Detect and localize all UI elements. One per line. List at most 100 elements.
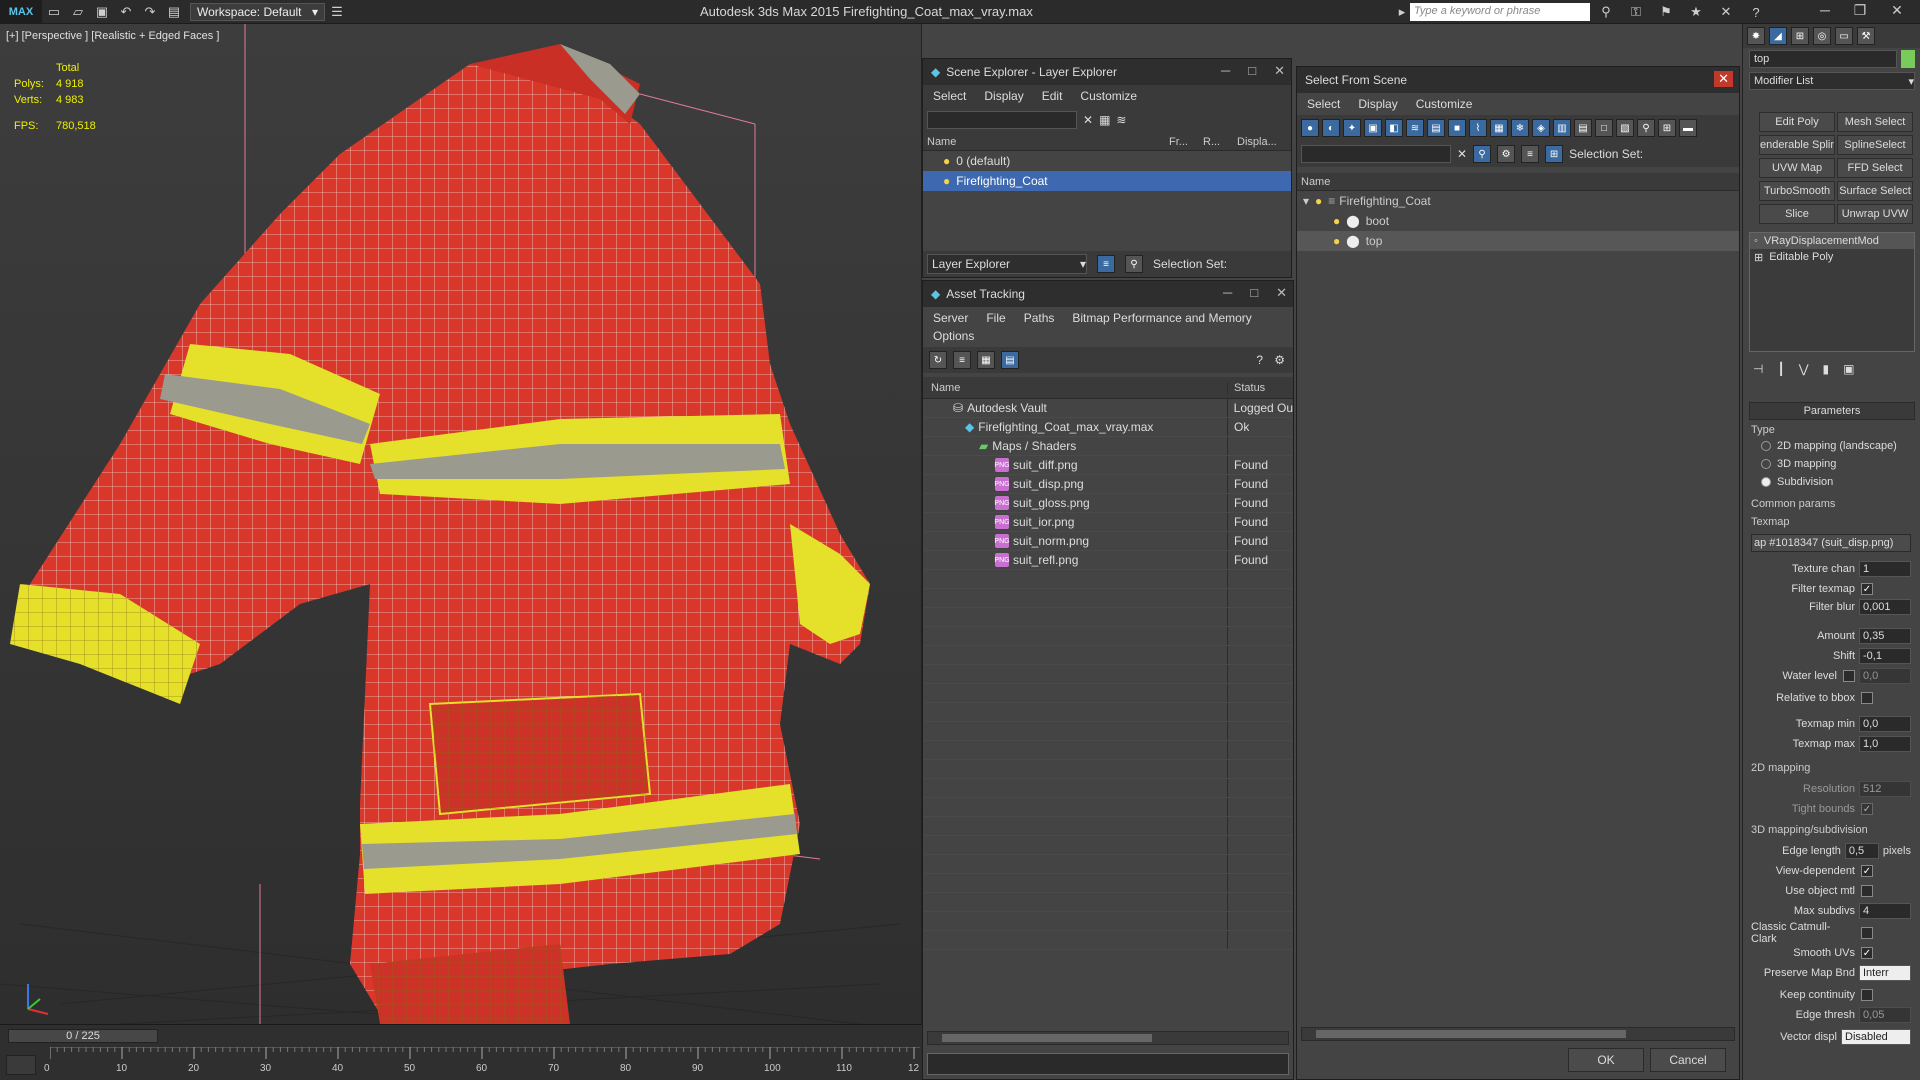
filter-icon[interactable]: ⚲ — [1473, 145, 1492, 163]
turbosmooth-button[interactable]: TurboSmooth — [1759, 181, 1835, 201]
pin-stack-icon[interactable]: ⊣ — [1753, 362, 1763, 376]
use-object-mtl-checkbox[interactable] — [1861, 885, 1873, 897]
cancel-button[interactable]: Cancel — [1650, 1048, 1726, 1072]
col-status[interactable]: Status — [1228, 382, 1265, 394]
new-file-icon[interactable]: ▭ — [44, 2, 64, 22]
key-icon[interactable]: ⚿ — [1626, 2, 1646, 22]
hierarchy-icon[interactable]: ⊞ — [1658, 119, 1676, 137]
menu-paths[interactable]: Paths — [1024, 311, 1055, 325]
water-level-checkbox[interactable] — [1843, 670, 1855, 682]
uvw-map-button[interactable]: UVW Map — [1759, 158, 1835, 178]
classic-catmull-checkbox[interactable] — [1861, 927, 1873, 939]
menu-display[interactable]: Display — [984, 89, 1023, 103]
find-input[interactable] — [1301, 145, 1451, 163]
coat-model[interactable] — [0, 24, 922, 1032]
close-icon[interactable]: ✕ — [1276, 285, 1287, 301]
vector-displ-dropdown[interactable]: Disabled — [1841, 1029, 1911, 1045]
menu-bitmap-performance[interactable]: Bitmap Performance and Memory — [1072, 311, 1251, 325]
max-logo[interactable]: MAX — [0, 0, 42, 24]
binoculars-icon[interactable]: ⚲ — [1596, 2, 1616, 22]
col-render[interactable]: R... — [1203, 136, 1237, 148]
ffd-select-button[interactable]: FFD Select — [1837, 158, 1913, 178]
edge-thresh-spinner[interactable]: 0,05 — [1859, 1007, 1911, 1023]
create-tab-icon[interactable]: ✸ — [1747, 27, 1765, 45]
texture-chan-spinner[interactable]: 1 — [1859, 561, 1911, 577]
sign-in-icon[interactable]: ⚑ — [1656, 2, 1676, 22]
light-bulb-icon[interactable]: ● — [943, 154, 950, 168]
texmap-max-spinner[interactable]: 1,0 — [1859, 736, 1911, 752]
display-none-icon[interactable]: □ — [1595, 119, 1613, 137]
all-filter-icon[interactable]: ▥ — [1553, 119, 1571, 137]
close-icon[interactable]: ✕ — [1714, 71, 1733, 87]
groups-filter-icon[interactable]: ▤ — [1427, 119, 1445, 137]
asset-row[interactable]: PNG suit_refl.png Found — [923, 551, 1293, 570]
select-children-icon[interactable]: ⚙ — [1497, 145, 1516, 163]
edit-poly-button[interactable]: Edit Poly — [1759, 112, 1835, 132]
layer-icon[interactable]: ≋ — [1116, 113, 1126, 127]
lights-filter-icon[interactable]: ✦ — [1343, 119, 1361, 137]
col-name[interactable]: Name — [923, 381, 1228, 394]
mesh-select-button[interactable]: Mesh Select — [1837, 112, 1913, 132]
slice-button[interactable]: Slice — [1759, 204, 1835, 224]
modify-tab-icon[interactable]: ◢ — [1769, 27, 1787, 45]
favorites-icon[interactable]: ★ — [1686, 2, 1706, 22]
light-bulb-icon[interactable]: ● — [1333, 214, 1340, 228]
horizontal-scrollbar[interactable] — [927, 1031, 1289, 1045]
relative-bbox-checkbox[interactable] — [1861, 692, 1873, 704]
make-unique-icon[interactable]: ⋁ — [1799, 362, 1809, 376]
horizontal-scrollbar[interactable] — [1301, 1027, 1735, 1041]
help-icon[interactable]: ? — [1256, 353, 1263, 367]
bulb-icon[interactable]: ◦ — [1754, 235, 1758, 247]
perspective-viewport[interactable]: [+] [Perspective ] [Realistic + Edged Fa… — [0, 24, 922, 1032]
asset-row[interactable]: PNG suit_disp.png Found — [923, 475, 1293, 494]
asset-row[interactable]: ⛁ Autodesk Vault Logged Ou — [923, 399, 1293, 418]
help-icon[interactable]: ? — [1746, 2, 1766, 22]
expand-plus-icon[interactable]: ⊞ — [1754, 251, 1763, 264]
restore-icon[interactable]: ❐ — [1845, 2, 1875, 22]
edge-length-spinner[interactable]: 0,5 — [1844, 843, 1879, 859]
shift-spinner[interactable]: -0,1 — [1859, 648, 1911, 664]
hierarchy-tab-icon[interactable]: ⊞ — [1791, 27, 1809, 45]
asset-row[interactable]: PNG suit_gloss.png Found — [923, 494, 1293, 513]
filter-texmap-checkbox[interactable]: ✓ — [1861, 583, 1873, 595]
show-end-result-icon[interactable]: ┃ — [1777, 362, 1784, 376]
redo-icon[interactable]: ↷ — [140, 2, 160, 22]
col-display[interactable]: Displa... — [1237, 136, 1277, 148]
maximize-icon[interactable]: □ — [1248, 63, 1256, 79]
thumbnail-view-icon[interactable]: ▦ — [977, 351, 995, 369]
col-name[interactable]: Name — [1297, 173, 1739, 191]
utilities-tab-icon[interactable]: ⚒ — [1857, 27, 1875, 45]
scene-explorer-titlebar[interactable]: ◆ Scene Explorer - Layer Explorer ─ □ ✕ — [923, 59, 1291, 85]
close-icon[interactable]: ✕ — [1274, 63, 1285, 79]
scene-search-input[interactable] — [927, 111, 1077, 129]
frozen-filter-icon[interactable]: ❄ — [1511, 119, 1529, 137]
modifier-stack-item[interactable]: ◦ VRayDisplacementMod — [1750, 233, 1914, 249]
menu-display[interactable]: Display — [1358, 97, 1397, 111]
containers-filter-icon[interactable]: ▦ — [1490, 119, 1508, 137]
scene-object-row[interactable]: ▾ ● ≡ Firefighting_Coat — [1297, 191, 1739, 211]
parameters-rollout-header[interactable]: Parameters — [1749, 402, 1915, 420]
object-name-field[interactable]: top — [1749, 50, 1897, 68]
table-view-icon[interactable]: ▤ — [1001, 351, 1019, 369]
light-bulb-icon[interactable]: ● — [1333, 234, 1340, 248]
asset-row[interactable]: PNG suit_ior.png Found — [923, 513, 1293, 532]
light-bulb-icon[interactable]: ● — [943, 174, 950, 188]
minimize-icon[interactable]: ─ — [1810, 2, 1840, 22]
type-2d-radio[interactable]: 2D mapping (landscape) — [1761, 440, 1897, 452]
search-input[interactable]: Type a keyword or phrase — [1410, 3, 1590, 21]
options-icon[interactable]: ▬ — [1679, 119, 1697, 137]
minimize-icon[interactable]: ─ — [1221, 63, 1230, 79]
xrefs-filter-icon[interactable]: ■ — [1448, 119, 1466, 137]
modifier-stack-item[interactable]: ⊞ Editable Poly — [1750, 249, 1914, 265]
configure-modifier-sets-icon[interactable]: ▣ — [1843, 362, 1854, 376]
hierarchy-icon[interactable]: ⚲ — [1125, 255, 1143, 273]
refresh-icon[interactable]: ↻ — [929, 351, 947, 369]
workspace-dropdown[interactable]: Workspace: Default ▾ — [190, 2, 325, 21]
scene-object-row[interactable]: ● ⬤ top — [1297, 231, 1739, 251]
remove-modifier-icon[interactable]: ▮ — [1823, 362, 1830, 376]
list-view-icon[interactable]: ≡ — [953, 351, 971, 369]
layers-icon[interactable]: ≡ — [1521, 145, 1540, 163]
col-name[interactable]: Name — [923, 136, 1169, 148]
clear-search-icon[interactable]: ✕ — [1457, 147, 1467, 161]
open-file-icon[interactable]: ▱ — [68, 2, 88, 22]
